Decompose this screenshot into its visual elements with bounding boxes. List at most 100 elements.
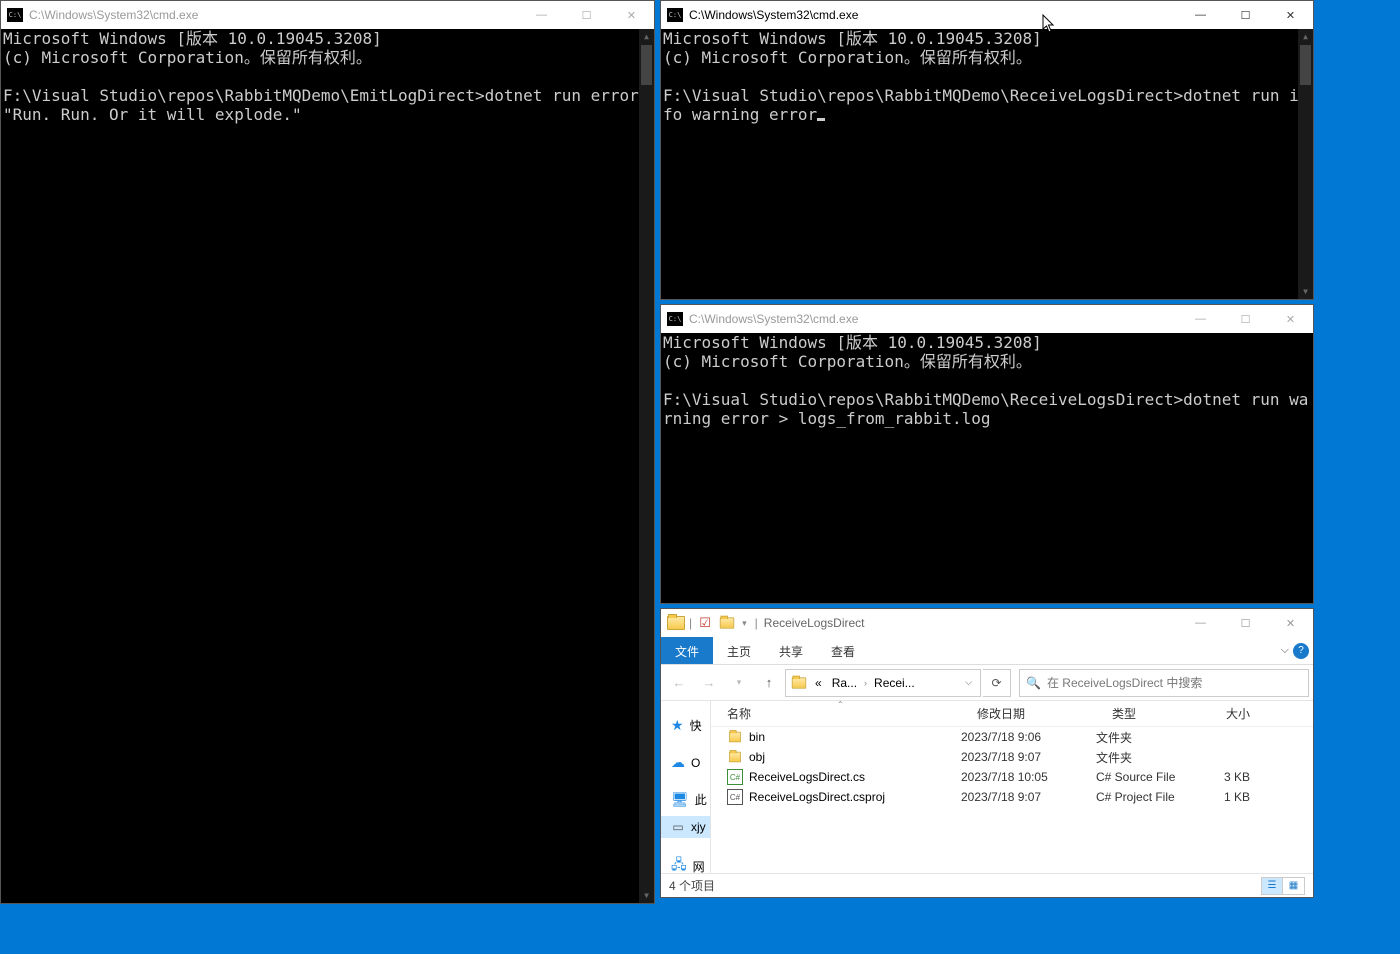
csharp-file-icon: C# bbox=[727, 769, 743, 785]
nav-quick-access[interactable]: ★快 bbox=[661, 713, 710, 738]
qat-dropdown-icon[interactable]: ▾ bbox=[738, 618, 751, 629]
tab-home[interactable]: 主页 bbox=[713, 637, 765, 664]
network-icon: 🖧 bbox=[671, 854, 687, 873]
explorer-window: | ☑ ▾ | ReceiveLogsDirect — ☐ ✕ 文件 主页 共享… bbox=[660, 608, 1314, 898]
breadcrumb-item[interactable]: Recei... bbox=[871, 676, 918, 690]
minimize-button[interactable]: — bbox=[1178, 1, 1223, 29]
file-name: ReceiveLogsDirect.cs bbox=[749, 770, 865, 784]
qat-properties-icon[interactable]: ☑ bbox=[694, 612, 716, 634]
search-icon: 🔍 bbox=[1026, 676, 1041, 690]
console-line: (c) Microsoft Corporation。保留所有权利。 bbox=[663, 352, 1032, 371]
console-line: (c) Microsoft Corporation。保留所有权利。 bbox=[663, 48, 1032, 67]
window-title: C:\Windows\System32\cmd.exe bbox=[29, 8, 198, 22]
console-output-left[interactable]: Microsoft Windows [版本 10.0.19045.3208] (… bbox=[1, 29, 654, 903]
scrollbar[interactable]: ▲▼ bbox=[639, 29, 654, 903]
chevron-right-icon[interactable]: › bbox=[864, 678, 867, 688]
titlebar-mid-right[interactable]: C:\ C:\Windows\System32\cmd.exe — ☐ ✕ bbox=[661, 305, 1313, 333]
file-type: C# Source File bbox=[1096, 770, 1206, 784]
scroll-up-arrow[interactable]: ▲ bbox=[1298, 29, 1313, 44]
text-cursor bbox=[817, 118, 825, 121]
close-button[interactable]: ✕ bbox=[1268, 1, 1313, 29]
view-large-icons-button[interactable]: ▦ bbox=[1283, 877, 1305, 895]
maximize-button[interactable]: ☐ bbox=[1223, 609, 1268, 637]
scroll-thumb[interactable] bbox=[641, 45, 652, 85]
explorer-titlebar[interactable]: | ☑ ▾ | ReceiveLogsDirect — ☐ ✕ bbox=[661, 609, 1313, 637]
console-line: (c) Microsoft Corporation。保留所有权利。 bbox=[3, 48, 372, 67]
column-name[interactable]: 名称 bbox=[711, 705, 961, 722]
file-name: ReceiveLogsDirect.csproj bbox=[749, 790, 885, 804]
titlebar-left[interactable]: C:\ C:\Windows\System32\cmd.exe — ☐ ✕ bbox=[1, 1, 654, 29]
window-title: C:\Windows\System32\cmd.exe bbox=[689, 8, 858, 22]
address-bar[interactable]: « Ra... › Recei... ⌵ bbox=[785, 669, 981, 697]
breadcrumb-prefix[interactable]: « bbox=[812, 676, 825, 690]
cmd-window-left: C:\ C:\Windows\System32\cmd.exe — ☐ ✕ Mi… bbox=[0, 0, 655, 904]
nav-network[interactable]: 🖧网 bbox=[661, 850, 710, 873]
nav-up-button[interactable]: ↑ bbox=[755, 669, 783, 697]
search-input[interactable]: 🔍 在 ReceiveLogsDirect 中搜索 bbox=[1019, 669, 1309, 697]
breadcrumb-item[interactable]: Ra... bbox=[829, 676, 860, 690]
address-dropdown-icon[interactable]: ⌵ bbox=[965, 677, 976, 688]
ribbon-expand-icon[interactable]: ⌵ bbox=[1281, 644, 1289, 657]
close-button[interactable]: ✕ bbox=[1268, 609, 1313, 637]
column-type[interactable]: 类型 bbox=[1096, 705, 1206, 722]
qat-newfolder-icon[interactable] bbox=[716, 612, 738, 634]
minimize-button[interactable]: — bbox=[519, 1, 564, 29]
file-name: obj bbox=[749, 750, 765, 764]
view-details-button[interactable]: ☰ bbox=[1261, 877, 1283, 895]
maximize-button[interactable]: ☐ bbox=[1223, 305, 1268, 333]
file-rows: bin2023/7/18 9:06文件夹obj2023/7/18 9:07文件夹… bbox=[711, 727, 1313, 807]
search-placeholder: 在 ReceiveLogsDirect 中搜索 bbox=[1047, 674, 1202, 691]
file-row[interactable]: C#ReceiveLogsDirect.csproj2023/7/18 9:07… bbox=[711, 787, 1313, 807]
ribbon-tabs: 文件 主页 共享 查看 ⌵ ? bbox=[661, 637, 1313, 665]
file-row[interactable]: obj2023/7/18 9:07文件夹 bbox=[711, 747, 1313, 767]
refresh-button[interactable]: ⟳ bbox=[983, 669, 1011, 697]
file-row[interactable]: bin2023/7/18 9:06文件夹 bbox=[711, 727, 1313, 747]
column-size[interactable]: 大小 bbox=[1206, 705, 1266, 722]
close-button[interactable]: ✕ bbox=[609, 1, 654, 29]
nav-toolbar: ← → ▾ ↑ « Ra... › Recei... ⌵ ⟳ 🔍 在 Recei… bbox=[661, 665, 1313, 701]
minimize-button[interactable]: — bbox=[1178, 609, 1223, 637]
column-headers[interactable]: ⌃ 名称 修改日期 类型 大小 bbox=[711, 701, 1313, 727]
tab-file[interactable]: 文件 bbox=[661, 637, 713, 664]
window-title: C:\Windows\System32\cmd.exe bbox=[689, 312, 858, 326]
scroll-down-arrow[interactable]: ▼ bbox=[639, 888, 654, 903]
scrollbar[interactable]: ▲▼ bbox=[1298, 29, 1313, 299]
sort-indicator-icon: ⌃ bbox=[837, 700, 844, 709]
nav-this-pc[interactable]: 🖥此 bbox=[661, 787, 710, 812]
cmd-icon: C:\ bbox=[667, 312, 683, 326]
nav-drive-item[interactable]: ▭xjy bbox=[661, 816, 710, 838]
file-type: C# Project File bbox=[1096, 790, 1206, 804]
qat-separator: | bbox=[687, 616, 694, 630]
scroll-up-arrow[interactable]: ▲ bbox=[639, 29, 654, 44]
cmd-window-top-right: C:\ C:\Windows\System32\cmd.exe — ☐ ✕ Mi… bbox=[660, 0, 1314, 300]
console-output-top-right[interactable]: Microsoft Windows [版本 10.0.19045.3208] (… bbox=[661, 29, 1313, 299]
file-name: bin bbox=[749, 730, 765, 744]
console-line: Microsoft Windows [版本 10.0.19045.3208] bbox=[663, 29, 1042, 48]
nav-back-button[interactable]: ← bbox=[665, 669, 693, 697]
close-button[interactable]: ✕ bbox=[1268, 305, 1313, 333]
scroll-thumb[interactable] bbox=[1300, 45, 1311, 85]
file-row[interactable]: C#ReceiveLogsDirect.cs2023/7/18 10:05C# … bbox=[711, 767, 1313, 787]
titlebar-top-right[interactable]: C:\ C:\Windows\System32\cmd.exe — ☐ ✕ bbox=[661, 1, 1313, 29]
console-output-mid-right[interactable]: Microsoft Windows [版本 10.0.19045.3208] (… bbox=[661, 333, 1313, 603]
status-bar: 4 个项目 ☰ ▦ bbox=[661, 873, 1313, 897]
tab-share[interactable]: 共享 bbox=[765, 637, 817, 664]
explorer-body: ★快 ☁O 🖥此 ▭xjy 🖧网 ⌃ 名称 修改日期 类型 大小 bin2023… bbox=[661, 701, 1313, 873]
help-icon[interactable]: ? bbox=[1293, 643, 1309, 659]
column-date[interactable]: 修改日期 bbox=[961, 705, 1096, 722]
nav-history-dropdown[interactable]: ▾ bbox=[725, 669, 753, 697]
file-date: 2023/7/18 9:07 bbox=[961, 750, 1096, 764]
pc-icon: 🖥 bbox=[671, 791, 689, 808]
nav-pane[interactable]: ★快 ☁O 🖥此 ▭xjy 🖧网 bbox=[661, 701, 711, 873]
file-date: 2023/7/18 9:07 bbox=[961, 790, 1096, 804]
file-type: 文件夹 bbox=[1096, 729, 1206, 746]
cloud-icon: ☁ bbox=[671, 754, 685, 771]
file-list-area: ⌃ 名称 修改日期 类型 大小 bin2023/7/18 9:06文件夹 obj 2… bbox=[711, 701, 1313, 873]
scroll-down-arrow[interactable]: ▼ bbox=[1298, 284, 1313, 299]
maximize-button[interactable]: ☐ bbox=[1223, 1, 1268, 29]
maximize-button[interactable]: ☐ bbox=[564, 1, 609, 29]
nav-forward-button[interactable]: → bbox=[695, 669, 723, 697]
tab-view[interactable]: 查看 bbox=[817, 637, 869, 664]
nav-onedrive[interactable]: ☁O bbox=[661, 750, 710, 775]
minimize-button[interactable]: — bbox=[1178, 305, 1223, 333]
